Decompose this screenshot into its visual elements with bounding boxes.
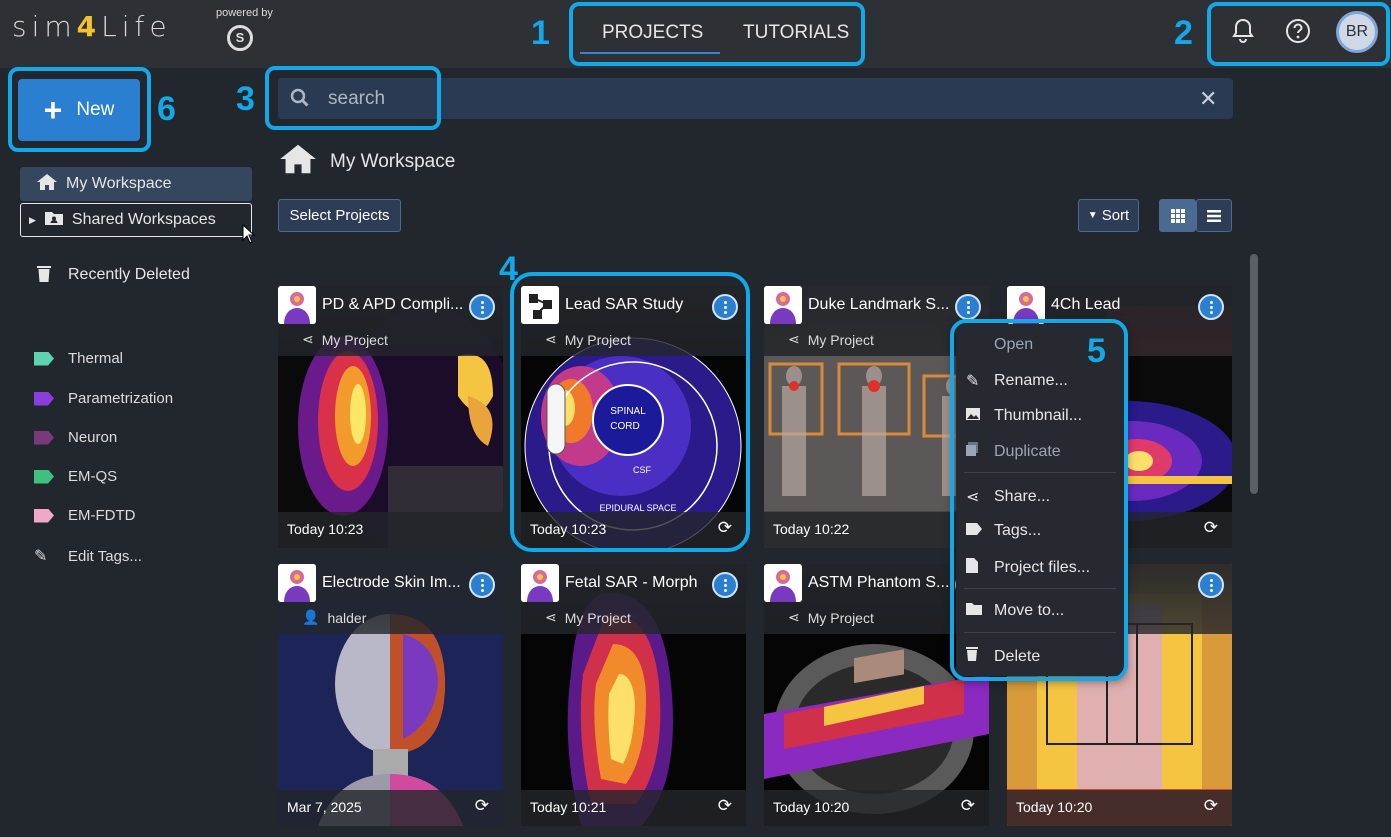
scrollbar[interactable] — [1250, 254, 1258, 494]
home-icon — [278, 143, 318, 181]
share-icon: ⋖ — [302, 331, 314, 347]
more-options-button[interactable] — [955, 294, 981, 320]
sidebar-tag-em-qs[interactable]: EM-QS — [34, 468, 117, 485]
project-thumb-icon — [278, 286, 316, 324]
sidebar-edit-tags[interactable]: ✎ Edit Tags... — [34, 546, 142, 566]
project-title: PD & APD Compli... — [322, 296, 464, 313]
tag-icon — [34, 351, 54, 366]
clear-search-icon[interactable]: ✕ — [1199, 86, 1217, 112]
select-projects-button[interactable]: Select Projects — [278, 199, 401, 232]
callout-box-new — [8, 67, 151, 152]
share-icon: ⋖ — [788, 331, 800, 347]
home-icon — [36, 173, 58, 196]
refresh-icon: ⟳ — [1203, 796, 1218, 815]
refresh-icon: ⟳ — [474, 796, 489, 815]
callout-box-tabs — [569, 2, 865, 66]
list-view-button[interactable] — [1196, 199, 1232, 232]
shared-folder-icon — [44, 210, 64, 231]
project-thumb-icon — [764, 286, 802, 324]
sidebar-tag-parametrization[interactable]: Parametrization — [34, 390, 173, 407]
caret-right-icon: ▶ — [29, 214, 36, 225]
more-options-button[interactable] — [469, 294, 495, 320]
callout-number-6: 6 — [157, 90, 176, 128]
project-title: Duke Landmark S... — [808, 296, 950, 313]
project-owner: ⋖ My Project — [545, 609, 631, 626]
project-title: Electrode Skin Im... — [322, 574, 461, 591]
sidebar-tag-em-fdtd[interactable]: EM-FDTD — [34, 507, 136, 524]
project-date: Today 10:21 — [530, 799, 607, 815]
callout-number-5: 5 — [1087, 332, 1106, 370]
chevron-down-icon: ▼ — [1087, 210, 1098, 221]
tag-icon — [34, 430, 54, 445]
project-owner: ⋖ My Project — [788, 609, 874, 626]
project-thumb-icon — [521, 564, 559, 602]
project-date: Today 10:22 — [773, 521, 850, 537]
project-date: Mar 7, 2025 — [287, 799, 362, 815]
project-thumb-icon — [764, 564, 802, 602]
pencil-icon: ✎ — [34, 548, 48, 565]
share-icon: ⋖ — [788, 609, 800, 625]
sidebar-item-recently-deleted[interactable]: Recently Deleted — [20, 258, 252, 292]
project-title: 4Ch Lead — [1051, 296, 1121, 313]
project-card[interactable]: PD & APD Compli... ⋖ My Project Today 10:… — [278, 286, 503, 548]
grid-icon — [1170, 208, 1185, 223]
share-icon: ⋖ — [545, 609, 557, 625]
user-icon: 👤 — [302, 609, 320, 625]
callout-box-header-icons — [1207, 2, 1390, 66]
tag-icon — [34, 469, 54, 484]
project-thumb-icon — [278, 564, 316, 602]
sidebar-tag-thermal[interactable]: Thermal — [34, 350, 123, 367]
project-date: Today 10:20 — [773, 799, 850, 815]
tag-icon — [34, 391, 54, 406]
callout-box-search — [265, 66, 441, 130]
sidebar-item-my-workspace[interactable]: My Workspace — [20, 167, 252, 201]
trash-icon — [34, 263, 54, 288]
project-date: Today 10:20 — [1016, 799, 1093, 815]
project-date: Today 10:23 — [287, 521, 364, 537]
sidebar-item-shared-workspaces[interactable]: ▶ Shared Workspaces — [20, 203, 252, 237]
more-options-button[interactable] — [712, 572, 738, 598]
callout-number-3: 3 — [236, 80, 255, 118]
callout-number-1: 1 — [531, 14, 550, 52]
sidebar-tag-neuron[interactable]: Neuron — [34, 429, 117, 446]
project-card[interactable]: Electrode Skin Im... 👤 halder Mar 7, 2025… — [278, 564, 503, 826]
grid-view-button[interactable] — [1159, 199, 1196, 232]
callout-box-card — [510, 272, 750, 552]
project-card[interactable]: Fetal SAR - Morph ⋖ My Project Today 10:2… — [521, 564, 746, 826]
project-title: ASTM Phantom S... — [808, 574, 950, 591]
app-logo: sim4Life — [12, 10, 172, 43]
more-options-button[interactable] — [469, 572, 495, 598]
page-title: My Workspace — [278, 143, 455, 181]
project-owner: 👤 halder — [302, 609, 367, 626]
project-owner: ⋖ My Project — [788, 331, 874, 348]
project-title: Fetal SAR - Morph — [565, 574, 698, 591]
refresh-icon: ⟳ — [1203, 518, 1218, 537]
callout-box-context-menu — [950, 319, 1128, 681]
callout-number-4: 4 — [499, 250, 518, 288]
callout-number-2: 2 — [1174, 14, 1193, 52]
more-options-button[interactable] — [1198, 294, 1224, 320]
mouse-cursor-icon — [242, 223, 256, 249]
powered-by-label: powered by — [216, 7, 273, 19]
tag-icon — [34, 508, 54, 523]
sort-button[interactable]: ▼ Sort — [1078, 199, 1139, 232]
more-options-button[interactable] — [1198, 572, 1224, 598]
refresh-icon: ⟳ — [960, 796, 975, 815]
brand-mark-icon: S — [227, 25, 253, 51]
project-owner: ⋖ My Project — [302, 331, 388, 348]
list-icon — [1207, 209, 1221, 222]
refresh-icon: ⟳ — [717, 796, 732, 815]
